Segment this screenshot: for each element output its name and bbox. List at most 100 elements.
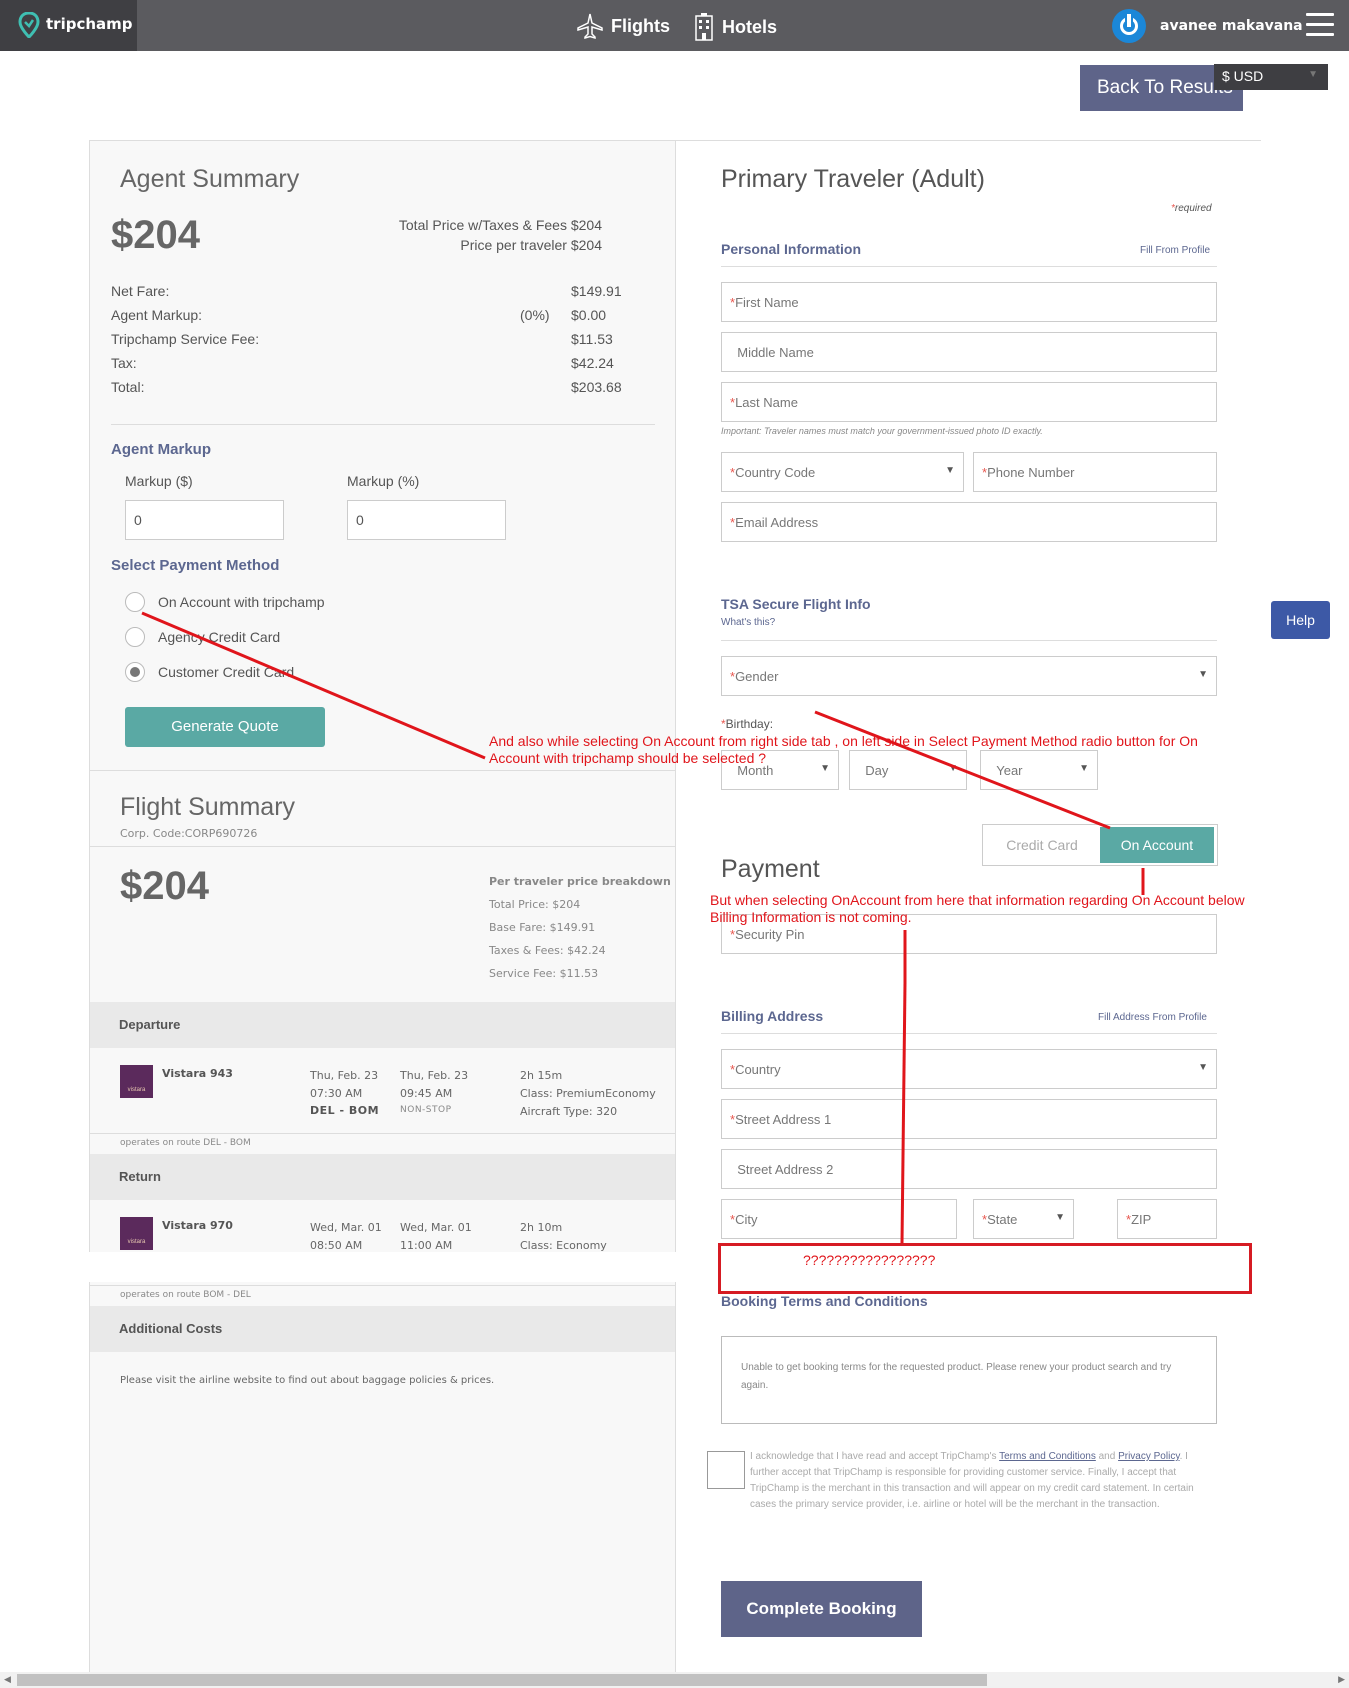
divider [90, 1133, 675, 1134]
return-class: Class: Economy [520, 1239, 607, 1252]
last-name-field[interactable]: *Last Name [721, 382, 1217, 422]
markup-usd-label: Markup ($) [125, 473, 193, 489]
payment-type-toggle: Credit Card On Account [982, 824, 1218, 866]
divider [721, 1033, 1217, 1034]
acknowledgement-text: I acknowledge that I have read and accep… [750, 1451, 1194, 1510]
fill-from-profile-link[interactable]: Fill From Profile [1140, 245, 1210, 256]
radio-customer-credit-card[interactable] [125, 662, 145, 682]
hotel-icon [695, 13, 713, 41]
per-traveler-line: Price per traveler $204 [460, 237, 602, 253]
phone-number-field[interactable]: *Phone Number [973, 452, 1217, 492]
middle-name-field[interactable]: Middle Name [721, 332, 1217, 372]
departure-date: Thu, Feb. 23 [310, 1069, 379, 1082]
fare-row-value: $203.68 [571, 379, 622, 395]
radio-on-account-label: On Account with tripchamp [158, 594, 325, 610]
power-icon[interactable] [1112, 9, 1146, 43]
scroll-left-icon[interactable]: ◀ [4, 1674, 11, 1685]
generate-quote-button[interactable]: Generate Quote [125, 707, 325, 747]
horizontal-scrollbar[interactable]: ◀ ▶ [0, 1672, 1349, 1688]
street-address-2-field[interactable]: Street Address 2 [721, 1149, 1217, 1189]
name-note: Important: Traveler names must match you… [721, 426, 1043, 436]
markup-pct-input[interactable]: 0 [347, 500, 506, 540]
booking-terms-box: Unable to get booking terms for the requ… [721, 1336, 1217, 1424]
flight-summary-price: $204 [120, 864, 209, 908]
total-price-line: Total Price w/Taxes & Fees $204 [398, 217, 602, 233]
left-column: Agent Summary $204 Total Price w/Taxes &… [90, 141, 676, 1688]
divider [90, 770, 675, 771]
birthday-label: *Birthday: [721, 717, 774, 731]
scrollbar-thumb[interactable] [17, 1674, 987, 1686]
fare-row-value: $11.53 [571, 331, 613, 347]
privacy-policy-link[interactable]: Privacy Policy [1118, 1451, 1180, 1462]
radio-on-account[interactable] [125, 592, 145, 612]
fare-row-label: Tripchamp Service Fee: [111, 331, 260, 347]
help-button[interactable]: Help [1271, 601, 1330, 639]
zip-field[interactable]: *ZIP [1117, 1199, 1217, 1239]
chevron-down-icon: ▼ [1198, 669, 1208, 680]
user-name: avanee makavana [1160, 18, 1303, 34]
divider [721, 640, 1217, 641]
return-date: Wed, Mar. 01 [310, 1221, 382, 1234]
return-arrival-date: Wed, Mar. 01 [400, 1221, 472, 1234]
country-code-select[interactable]: *Country Code ▼ [721, 452, 964, 492]
tab-on-account[interactable]: On Account [1100, 827, 1214, 863]
white-band [0, 1252, 676, 1282]
fill-address-link[interactable]: Fill Address From Profile [1098, 1012, 1207, 1023]
nav-flights-label: Flights [611, 15, 670, 36]
radio-agency-credit-card[interactable] [125, 627, 145, 647]
currency-select[interactable]: $ USD ▼ [1214, 64, 1328, 90]
whats-this-link[interactable]: What's this? [721, 617, 775, 628]
breakdown-line: Service Fee: $11.53 [489, 967, 599, 980]
arrival-date: Thu, Feb. 23 [400, 1069, 469, 1082]
brand-name: tripchamp [46, 15, 133, 33]
return-duration: 2h 10m [520, 1221, 563, 1234]
accept-terms-checkbox[interactable] [707, 1451, 745, 1489]
return-arrival-time: 11:00 AM [400, 1239, 453, 1252]
payment-title: Payment [721, 855, 820, 883]
fare-row-label: Tax: [111, 355, 137, 371]
tab-credit-card[interactable]: Credit Card [983, 825, 1101, 865]
fare-row-label: Net Fare: [111, 283, 170, 299]
divider [90, 846, 675, 847]
chevron-down-icon: ▼ [945, 465, 955, 476]
duration: 2h 15m [520, 1069, 563, 1082]
tsa-title: TSA Secure Flight Info [721, 596, 871, 612]
return-band: Return [90, 1154, 675, 1200]
chevron-down-icon: ▼ [1055, 1212, 1065, 1223]
fare-row-value: $0.00 [571, 307, 607, 323]
arrival-time: 09:45 AM [400, 1087, 453, 1100]
city-field[interactable]: *City [721, 1199, 957, 1239]
fare-row-label: Total: [111, 379, 145, 395]
billing-address-title: Billing Address [721, 1008, 824, 1024]
fare-row-pct: (0%) [520, 307, 550, 323]
hamburger-menu-icon[interactable] [1306, 13, 1334, 37]
radio-customer-credit-card-label: Customer Credit Card [158, 664, 295, 680]
user-menu[interactable]: avanee makavana [1112, 9, 1303, 43]
markup-usd-input[interactable]: 0 [125, 500, 284, 540]
annotation-note-1: And also while selecting On Account from… [489, 733, 1198, 766]
state-select[interactable]: *State ▼ [973, 1199, 1074, 1239]
scroll-right-icon[interactable]: ▶ [1338, 1674, 1345, 1685]
first-name-field[interactable]: *First Name [721, 282, 1217, 322]
stops: NON-STOP [400, 1105, 452, 1115]
operates-route: operates on route BOM - DEL [120, 1290, 251, 1300]
nav-hotels[interactable]: Hotels [694, 13, 777, 41]
required-note: *required [1171, 203, 1212, 214]
email-field[interactable]: *Email Address [721, 502, 1217, 542]
divider [111, 424, 655, 425]
terms-link[interactable]: Terms and Conditions [999, 1451, 1096, 1462]
complete-booking-button[interactable]: Complete Booking [721, 1581, 922, 1637]
divider [721, 266, 1217, 267]
personal-info-title: Personal Information [721, 241, 862, 257]
street-address-1-field[interactable]: *Street Address 1 [721, 1099, 1217, 1139]
payment-method-title: Select Payment Method [111, 557, 280, 574]
top-navigation-bar: tripchamp Flights Hotels avanee makavana [0, 0, 1349, 51]
vistara-logo: vistara [120, 1065, 153, 1098]
country-select[interactable]: *Country ▼ [721, 1049, 1217, 1089]
markup-pct-label: Markup (%) [347, 473, 420, 489]
nav-flights[interactable]: Flights [577, 13, 670, 39]
tripchamp-logo[interactable]: tripchamp [0, 0, 137, 51]
gender-select[interactable]: *Gender ▼ [721, 656, 1217, 696]
breakdown-line: Taxes & Fees: $42.24 [489, 944, 606, 957]
departure-airline: Vistara 943 [162, 1067, 233, 1080]
